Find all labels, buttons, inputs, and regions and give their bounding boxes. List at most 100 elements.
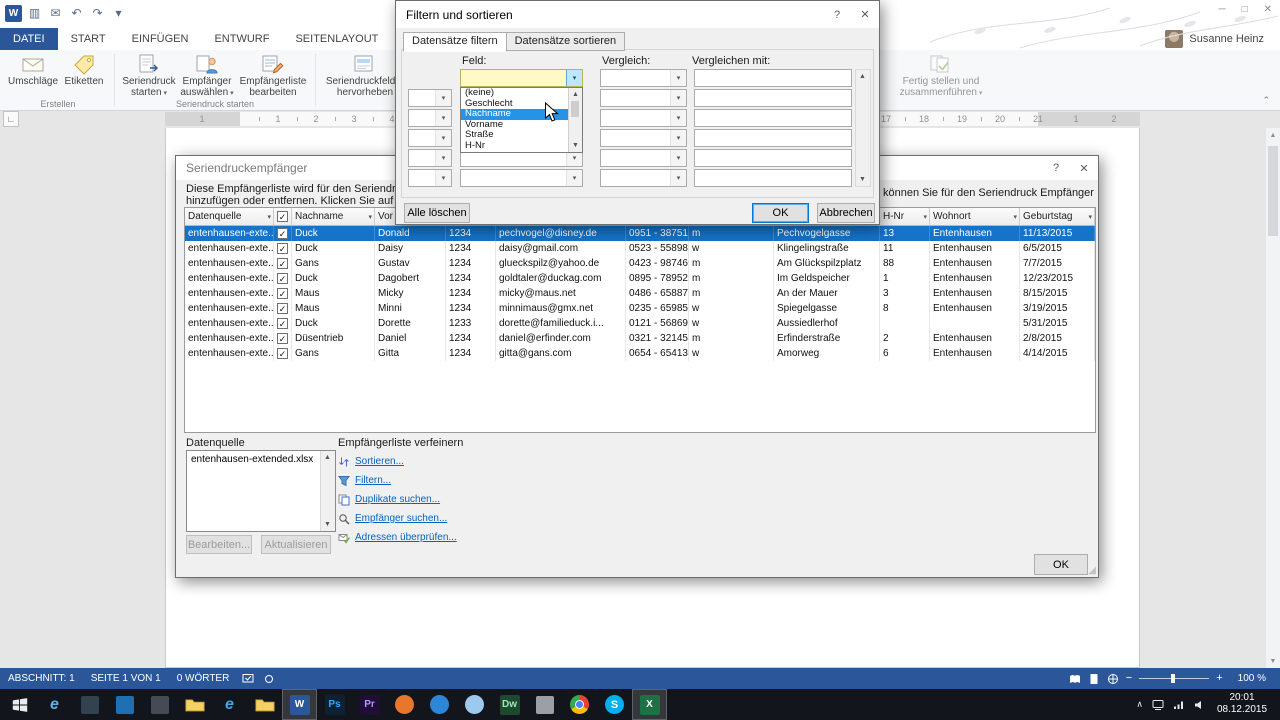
document-scrollbar[interactable]: ▲ ▼ — [1266, 128, 1280, 668]
skype-icon[interactable]: S — [597, 689, 632, 720]
file-explorer-icon[interactable] — [247, 689, 282, 720]
customize-qat-icon[interactable]: ▾ — [110, 4, 127, 22]
row-checkbox[interactable]: ✓ — [277, 303, 288, 314]
column-header[interactable]: Datenquelle▾ — [185, 208, 274, 226]
chevron-down-icon[interactable]: ▾ — [435, 110, 451, 126]
chevron-down-icon[interactable]: ▾ — [670, 150, 686, 166]
chevron-down-icon[interactable]: ▾ — [1088, 213, 1092, 221]
scrollbar-thumb[interactable] — [1268, 146, 1278, 236]
ribbon-button[interactable]: Umschläge — [7, 51, 59, 87]
scroll-up-icon[interactable]: ▲ — [321, 451, 334, 464]
filter-compare-input-6[interactable] — [694, 169, 852, 187]
scroll-up-icon[interactable]: ▲ — [856, 70, 869, 83]
row-checkbox[interactable]: ✓ — [277, 228, 288, 239]
tab-sort-records[interactable]: Datensätze sortieren — [506, 32, 626, 51]
column-header[interactable]: Wohnort▾ — [930, 208, 1020, 226]
scroll-up-icon[interactable]: ▲ — [569, 88, 582, 101]
safari-icon[interactable] — [457, 689, 492, 720]
recipient-row[interactable]: entenhausen-exte...✓DüsentriebDaniel1234… — [185, 331, 1095, 346]
zoom-slider[interactable] — [1139, 678, 1209, 679]
refine-link-duplicates[interactable]: Duplikate suchen... — [338, 490, 457, 509]
recipient-row[interactable]: entenhausen-exte...✓DuckDonald1234pechvo… — [185, 226, 1095, 241]
refine-link-find[interactable]: Empfänger suchen... — [338, 509, 457, 528]
premiere-icon[interactable]: Pr — [352, 689, 387, 720]
chrome-icon[interactable] — [562, 689, 597, 720]
dropdown-item[interactable]: Straße — [461, 130, 569, 141]
ribbon-button[interactable]: Empfänger auswählen ▾ — [178, 51, 236, 99]
minimize-button[interactable]: ─ — [1218, 4, 1225, 15]
ribbon-tab-einfügen[interactable]: EINFÜGEN — [119, 28, 202, 50]
read-mode-icon[interactable] — [1069, 673, 1081, 685]
chevron-down-icon[interactable]: ▾ — [267, 213, 271, 221]
filter-comparison-combo-4[interactable]: ▾ — [600, 129, 687, 147]
chevron-down-icon[interactable]: ▾ — [670, 70, 686, 86]
refresh-datasource-button[interactable]: Aktualisieren — [261, 535, 331, 554]
row-checkbox[interactable]: ✓ — [277, 258, 288, 269]
firefox-icon[interactable] — [387, 689, 422, 720]
select-all-checkbox[interactable]: ✓ — [277, 211, 288, 222]
filter-andor-combo-5[interactable]: ▾ — [408, 149, 452, 167]
chevron-down-icon[interactable]: ▾ — [670, 170, 686, 186]
filter-compare-input-2[interactable] — [694, 89, 852, 107]
dreamweaver-icon[interactable]: Dw — [492, 689, 527, 720]
taskbar-clock[interactable]: 20:01 08.12.2015 — [1210, 692, 1274, 716]
filter-field-combo-1[interactable]: ▾ — [460, 69, 583, 87]
filter-ok-button[interactable]: OK — [752, 203, 809, 223]
clear-all-button[interactable]: Alle löschen — [404, 203, 470, 223]
row-checkbox[interactable]: ✓ — [277, 243, 288, 254]
row-checkbox[interactable]: ✓ — [277, 318, 288, 329]
refine-link-validate[interactable]: Adressen überprüfen... — [338, 528, 457, 547]
filter-comparison-combo-2[interactable]: ▾ — [600, 89, 687, 107]
scroll-down-icon[interactable]: ▼ — [569, 139, 582, 152]
chevron-down-icon[interactable]: ▾ — [670, 90, 686, 106]
zoom-out-button[interactable]: − — [1126, 668, 1132, 689]
word-logo[interactable]: W — [5, 5, 22, 22]
ribbon-button[interactable]: Fertig stellen und zusammenführen ▾ — [897, 51, 985, 99]
chevron-down-icon[interactable]: ▾ — [670, 130, 686, 146]
ribbon-button[interactable]: Etiketten — [59, 51, 109, 87]
save-icon[interactable]: ▥ — [26, 4, 43, 22]
internet-explorer-icon[interactable]: e — [212, 689, 247, 720]
recipient-row[interactable]: entenhausen-exte...✓MausMicky1234micky@m… — [185, 286, 1095, 301]
row-checkbox[interactable]: ✓ — [277, 348, 288, 359]
refine-link-label[interactable]: Filtern... — [355, 475, 391, 486]
close-button[interactable]: ✕ — [1264, 4, 1272, 15]
chevron-down-icon[interactable]: ▾ — [923, 213, 927, 221]
filter-compare-input-3[interactable] — [694, 109, 852, 127]
filter-cancel-button[interactable]: Abbrechen — [817, 203, 875, 223]
datasource-listbox[interactable]: ▲ ▼ entenhausen-extended.xlsx — [186, 450, 336, 532]
column-header[interactable]: Nachname▾ — [292, 208, 375, 226]
app-media-player-icon[interactable] — [107, 689, 142, 720]
recipient-row[interactable]: entenhausen-exte...✓DuckDaisy1234daisy@g… — [185, 241, 1095, 256]
refine-link-label[interactable]: Empfänger suchen... — [355, 513, 447, 524]
excel-icon[interactable]: X — [632, 689, 667, 720]
refine-link-label[interactable]: Sortieren... — [355, 456, 404, 467]
chevron-down-icon[interactable]: ▾ — [435, 170, 451, 186]
filter-andor-combo-6[interactable]: ▾ — [408, 169, 452, 187]
column-header[interactable]: Geburtstag▾ — [1020, 208, 1095, 226]
ribbon-tab-datei[interactable]: DATEI — [0, 28, 58, 50]
scroll-up-icon[interactable]: ▲ — [1266, 128, 1280, 142]
filter-comparison-combo-6[interactable]: ▾ — [600, 169, 687, 187]
maximize-button[interactable]: □ — [1242, 4, 1248, 15]
proofing-icon[interactable] — [242, 673, 254, 684]
internet-explorer-pinned-icon[interactable]: e — [37, 689, 72, 720]
filter-andor-combo-2[interactable]: ▾ — [408, 89, 452, 107]
filter-andor-combo-3[interactable]: ▾ — [408, 109, 452, 127]
chevron-down-icon[interactable]: ▾ — [368, 213, 372, 221]
photoshop-icon[interactable]: Ps — [317, 689, 352, 720]
scroll-down-icon[interactable]: ▼ — [321, 518, 334, 531]
recipient-row[interactable]: entenhausen-exte...✓DuckDorette1233doret… — [185, 316, 1095, 331]
zoom-level[interactable]: 100 % — [1230, 673, 1274, 684]
app-blue-icon[interactable] — [422, 689, 457, 720]
chevron-down-icon[interactable]: ▾ — [566, 70, 582, 86]
filter-compare-input-1[interactable] — [694, 69, 852, 87]
zoom-in-button[interactable]: + — [1216, 668, 1222, 689]
dropdown-item[interactable]: (keine) — [461, 88, 569, 99]
scroll-down-icon[interactable]: ▼ — [856, 173, 869, 186]
ribbon-tab-entwurf[interactable]: ENTWURF — [201, 28, 282, 50]
app-steel-icon[interactable] — [72, 689, 107, 720]
word-icon[interactable]: W — [282, 689, 317, 720]
print-layout-icon[interactable] — [1088, 673, 1100, 685]
filter-compare-input-4[interactable] — [694, 129, 852, 147]
